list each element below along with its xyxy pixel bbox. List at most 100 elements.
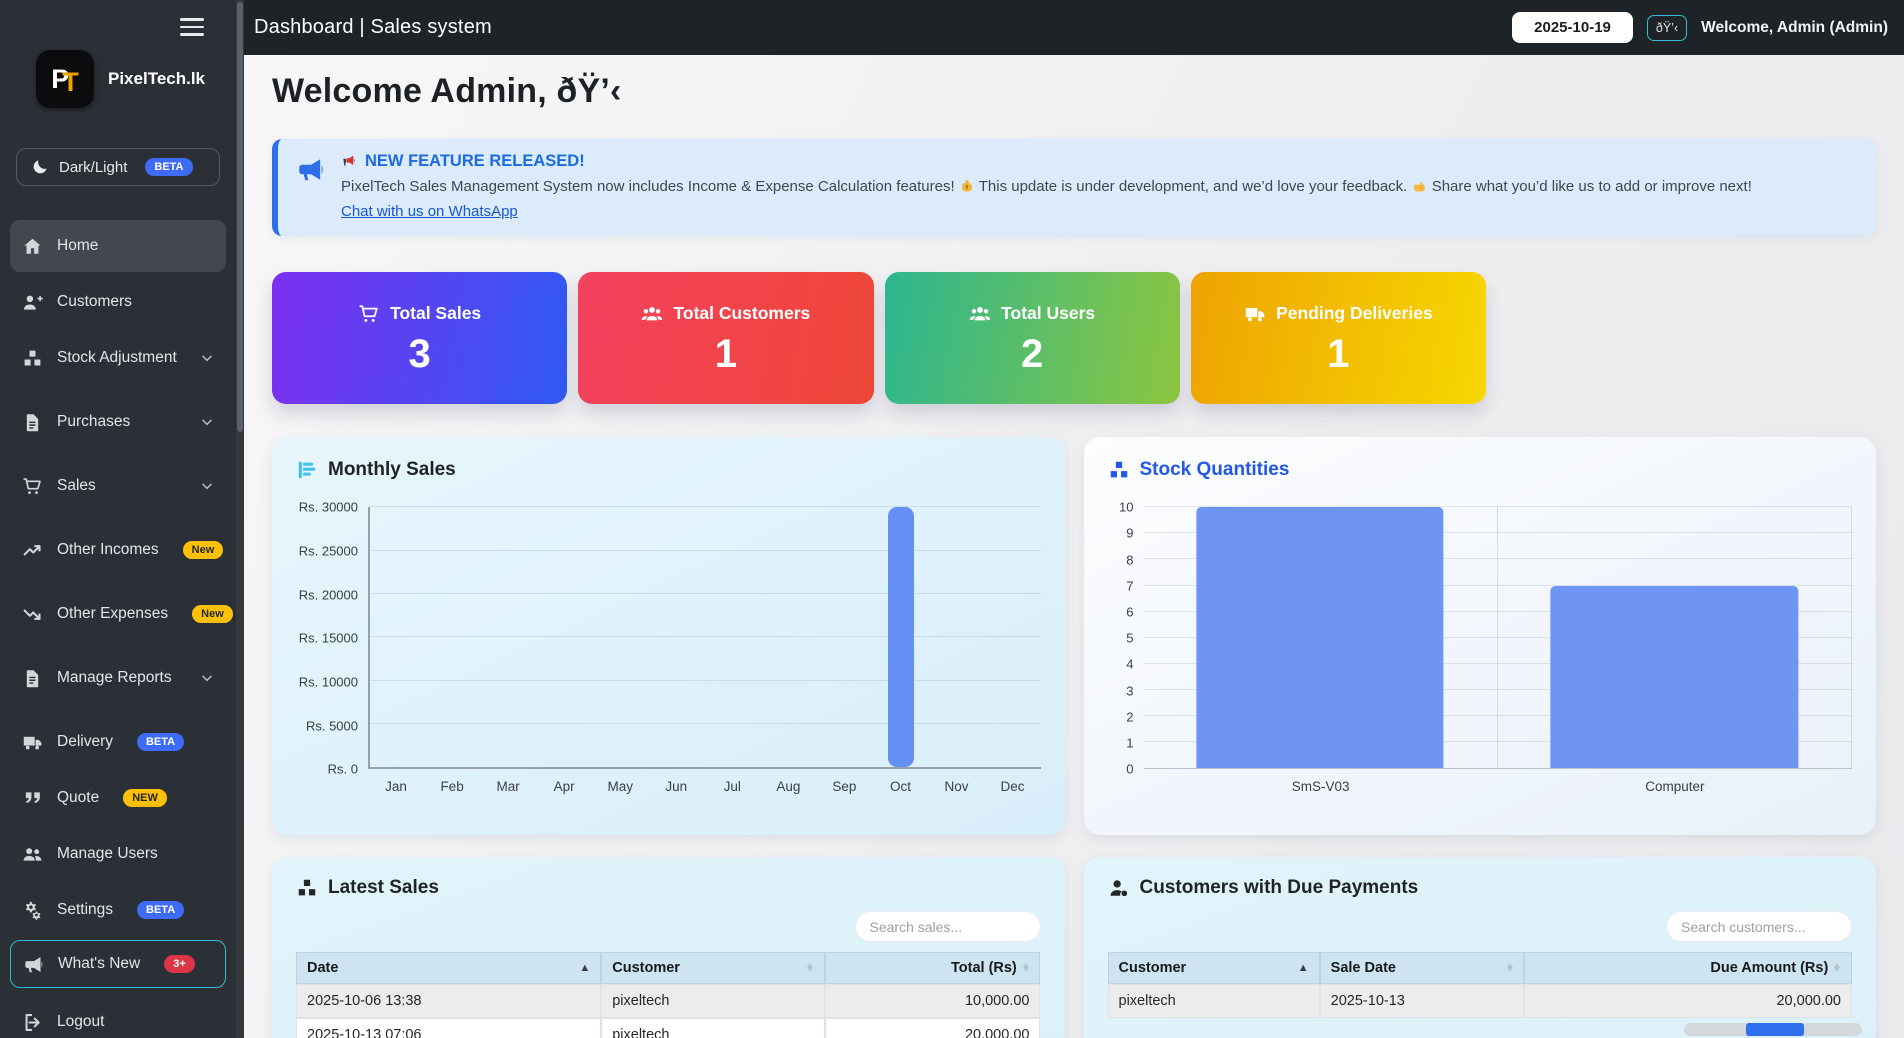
sidebar-item-logout[interactable]: Logout [10,996,226,1038]
x-tick-label: Jan [368,779,424,794]
card-title: Monthly Sales [328,459,456,481]
sidebar-item-purchases[interactable]: Purchases [10,396,226,448]
announcement-banner: NEW FEATURE RELEASED! PixelTech Sales Ma… [272,139,1876,236]
table-cell: 2025-10-13 07:06 [296,1018,601,1038]
sidebar-item-label: Delivery [57,733,113,751]
sidebar-item-quote[interactable]: QuoteNEW [10,772,226,824]
chart-slot [1144,507,1498,768]
announcement-body-2: This update is under development, and we… [979,178,1408,195]
badge: NEW [123,789,167,807]
due-payments-card: Customers with Due Payments Customer▲Sal… [1084,857,1877,1038]
sidebar-item-other-incomes[interactable]: Other IncomesNew [10,524,226,576]
table-cell: pixeltech [1108,984,1320,1018]
column-header-sale-date[interactable]: Sale Date◆ [1320,952,1525,984]
stat-card-total-customers[interactable]: Total Customers1 [578,272,873,404]
scrollbar-thumb[interactable] [237,2,243,432]
x-tick-label: Aug [760,779,816,794]
y-tick-label: Rs. 25000 [299,543,358,558]
sidebar-item-home[interactable]: Home [10,220,226,272]
tables-row: Latest Sales Date▲Customer◆Total (Rs)◆20… [272,857,1876,1038]
sidebar-item-delivery[interactable]: Delivery BETA [10,716,226,768]
brand-logo: PT [36,50,94,108]
y-tick-label: Rs. 10000 [299,674,358,689]
x-tick-label: Jun [648,779,704,794]
sidebar-item-manage-users[interactable]: Manage Users [10,828,226,880]
stat-card-total-sales[interactable]: Total Sales3 [272,272,567,404]
sort-icon: ◆ [1023,963,1029,973]
bar-chart-icon [296,459,318,481]
x-tick-label: Jul [704,779,760,794]
stat-card-pending-deliveries[interactable]: Pending Deliveries1 [1191,272,1486,404]
horizontal-scrollbar[interactable] [1684,1023,1862,1036]
chart-slot [649,507,705,767]
column-header-date[interactable]: Date▲ [296,952,601,984]
y-tick-label: 6 [1126,605,1133,620]
customers-search-input[interactable] [1666,911,1852,942]
sidebar-item-label: What's New [58,955,140,973]
y-tick-label: 9 [1126,526,1133,541]
x-tick-label: Sep [816,779,872,794]
trend-down-icon [22,604,43,625]
sidebar-scrollbar[interactable] [236,0,244,1038]
column-label: Sale Date [1331,960,1396,976]
chart-slot [761,507,817,767]
date-button[interactable]: 2025-10-19 [1512,12,1633,43]
stat-card-total-users[interactable]: Total Users2 [885,272,1180,404]
card-title: Stock Quantities [1140,459,1290,481]
menu-icon[interactable] [178,16,206,40]
sidebar-item-label: Manage Reports [57,669,172,687]
table-row: 2025-10-06 13:38pixeltech10,000.00 [296,984,1041,1018]
boxes-icon [1108,459,1130,481]
chart-slot [594,507,650,767]
chart-slot [426,507,482,767]
whatsapp-link[interactable]: Chat with us on WhatsApp [341,203,518,220]
sidebar-item-label: Customers [57,293,132,311]
chart-slot [929,507,985,767]
wave-emoji-button[interactable]: ðŸ’‹ [1647,15,1687,41]
badge: BETA [137,733,184,751]
sidebar-item-sales[interactable]: Sales [10,460,226,512]
sidebar-item-customers[interactable]: Customers [10,276,226,328]
stock-quantities-card: Stock Quantities 012345678910SmS-V03Comp… [1084,437,1877,835]
sidebar-item-manage-reports[interactable]: Manage Reports [10,652,226,704]
megaphone-emoji-icon [341,153,357,171]
stock-quantities-chart: 012345678910SmS-V03Computer [1108,507,1853,794]
trend-up-icon [22,540,43,561]
sidebar-item-settings[interactable]: SettingsBETA [10,884,226,936]
table-row: 2025-10-13 07:06pixeltech20,000.00 [296,1018,1041,1038]
theme-toggle-label: Dark/Light [59,159,127,176]
chart-slot [873,507,929,767]
announcement-body-1: PixelTech Sales Management System now in… [341,178,955,195]
x-tick-label: Mar [480,779,536,794]
main-content: Welcome Admin, ðŸ’‹ NEW FEATURE RELEASED… [244,55,1904,1038]
column-header-due-amount-rs[interactable]: Due Amount (Rs)◆ [1524,952,1852,984]
theme-toggle-button[interactable]: Dark/Light BETA [16,148,220,186]
app-window: PT PixelTech.lk Dark/Light BETA Home Cust… [0,0,1904,1038]
chart-slot [817,507,873,767]
document-icon [22,412,43,433]
boxes-icon [22,348,43,369]
announcement-body-3: Share what you’d like us to add or impro… [1432,178,1752,195]
column-header-customer[interactable]: Customer▲ [1108,952,1320,984]
y-tick-label: 8 [1126,552,1133,567]
stat-label: Pending Deliveries [1276,303,1433,324]
stat-label: Total Users [1001,303,1095,324]
sidebar-item-other-expenses[interactable]: Other ExpensesNew [10,588,226,640]
scrollbar-thumb[interactable] [1746,1023,1804,1036]
brand[interactable]: PT PixelTech.lk [0,50,236,108]
bar-sms-v03 [1196,507,1443,768]
report-icon [22,668,43,689]
y-tick-label: 0 [1126,762,1133,777]
y-tick-label: Rs. 30000 [299,500,358,515]
users-icon [641,303,663,325]
x-tick-label: Feb [424,779,480,794]
stat-value: 3 [409,334,431,374]
sales-search-input[interactable] [855,911,1041,942]
column-header-total-rs[interactable]: Total (Rs)◆ [825,952,1041,984]
sidebar-item-label: Other Expenses [57,605,168,623]
sidebar-item-stock-adjustment[interactable]: Stock Adjustment [10,332,226,384]
y-tick-label: 1 [1126,736,1133,751]
column-header-customer[interactable]: Customer◆ [601,952,824,984]
table-cell: 20,000.00 [1524,984,1852,1018]
sidebar-item-what-s-new[interactable]: What's New3+ [10,940,226,988]
